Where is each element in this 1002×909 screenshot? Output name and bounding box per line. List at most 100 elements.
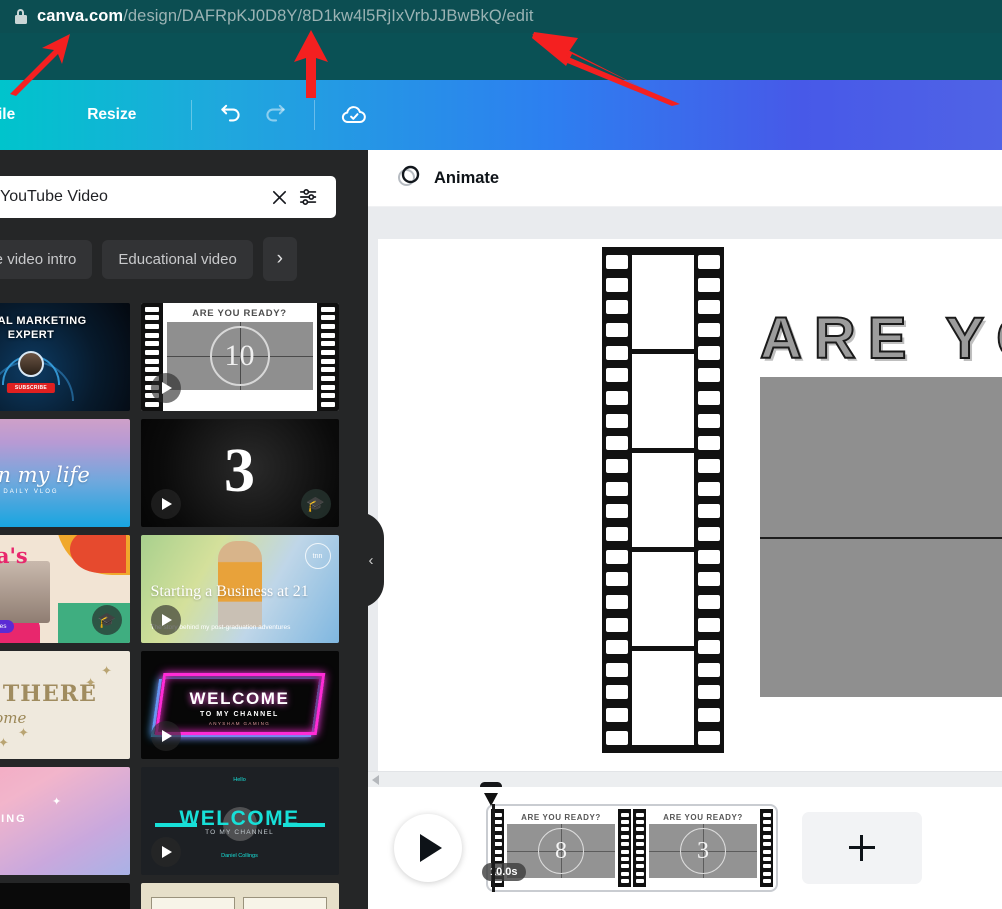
countdown-number: 3	[224, 436, 255, 507]
filter-sliders-icon[interactable]	[294, 182, 324, 212]
panel-collapse-handle[interactable]: ‹	[358, 512, 384, 608]
chip-youtube-video-intro[interactable]: ube video intro	[0, 240, 92, 279]
template-title: WELCOME	[141, 807, 339, 831]
decor-window-1	[151, 897, 235, 909]
template-title: HEY THERE	[0, 681, 97, 707]
template-card-hey-there-welcome[interactable]: HEY THERE Welcome ✦ ✦ ✦ ✦	[0, 651, 130, 759]
template-title: y in my life	[0, 463, 130, 487]
play-icon[interactable]	[151, 373, 181, 403]
template-body: ARE YOU READY? 10	[163, 303, 317, 411]
template-subtitle: TO MY CHANNEL	[141, 711, 339, 718]
template-card-paper[interactable]	[141, 883, 339, 909]
film-strip-left	[633, 809, 646, 887]
decor-star-3: ✦	[0, 735, 9, 751]
template-card-starting-a-business-at-21[interactable]: tnn Starting a Business at 21 The story …	[141, 535, 339, 643]
canvas-page[interactable]: ARE YO 1	[378, 239, 1002, 787]
chip-educational-video[interactable]: Educational video	[102, 240, 252, 279]
decor-sparkle: ✦	[52, 795, 61, 808]
template-title: IGITAL MARKETINGEXPERT	[0, 315, 130, 343]
countdown-screen[interactable]: 1	[760, 377, 1002, 697]
photo-placeholder	[0, 561, 50, 623]
redo-icon[interactable]	[253, 93, 297, 137]
animate-circles-icon	[396, 163, 422, 194]
close-icon[interactable]	[264, 182, 294, 212]
template-grid: IGITAL MARKETINGEXPERT SUBSCRIBE ARE YOU…	[0, 303, 342, 909]
subscribe-badge: SUBSCRIBE	[7, 383, 55, 393]
film-frames	[632, 251, 694, 749]
playhead[interactable]	[492, 804, 495, 892]
film-strip-right	[760, 809, 773, 887]
editor-area: Animate ARE YO 1 10.0s	[368, 150, 1002, 909]
template-card-loading[interactable]: LOADING ✦	[0, 767, 130, 875]
design-canvas[interactable]: ARE YO 1	[368, 207, 1002, 787]
template-card-welcome-neon[interactable]: WELCOME TO MY CHANNEL ANYSHAM GAMING	[141, 651, 339, 759]
template-card-countdown-three[interactable]: 3 🎓	[141, 419, 339, 527]
canvas-horizontal-scrollbar[interactable]	[368, 771, 1002, 787]
page-screen: 3	[649, 824, 757, 878]
url-domain: canva.com	[37, 7, 123, 25]
template-card-sashas-student-diaries[interactable]: Sasha's Student Diaries 🎓	[0, 535, 130, 643]
decor-bar-right	[283, 823, 325, 827]
url-path: /design/DAFRpKJ0D8Y/8D1kw4l5RjIxVrbJJBwB…	[123, 7, 533, 25]
suggestion-chips: ube video intro Educational video ›	[0, 237, 297, 281]
template-subtitle: DAILY VLOG	[0, 489, 130, 495]
brand-logo: tnn	[305, 543, 331, 569]
decor-star-2: ✦	[85, 675, 96, 691]
decor-star-1: ✦	[101, 663, 112, 679]
scroll-left-arrow-icon[interactable]	[372, 775, 379, 785]
template-title: Sasha's	[0, 543, 28, 568]
template-card-welcome-tech[interactable]: Hello WELCOME TO MY CHANNEL Daniel Colli…	[141, 767, 339, 875]
page-title: ARE YOU READY?	[649, 813, 757, 822]
add-page-button[interactable]	[802, 812, 922, 884]
timeline-page-2[interactable]: ARE YOU READY? 3	[633, 809, 773, 887]
undo-icon[interactable]	[209, 93, 253, 137]
toolbar-divider-1	[191, 100, 192, 130]
decor-window-2	[243, 897, 327, 909]
film-perforations-left	[606, 251, 628, 749]
decor-star-4: ✦	[18, 725, 29, 741]
url-text: canva.com/design/DAFRpKJ0D8Y/8D1kw4l5RjI…	[37, 7, 534, 26]
play-icon[interactable]	[151, 605, 181, 635]
graduation-cap-icon: 🎓	[92, 605, 122, 635]
cloud-check-icon[interactable]	[332, 93, 376, 137]
countdown-number: 10	[210, 326, 270, 386]
play-icon[interactable]	[394, 814, 462, 882]
editor-top-bar: Animate	[368, 150, 1002, 207]
template-card-day-in-my-life[interactable]: y in my life DAILY VLOG	[0, 419, 130, 527]
canva-toolbar: ile Resize	[0, 80, 1002, 150]
play-icon[interactable]	[151, 489, 181, 519]
search-box[interactable]: YouTube Video	[0, 176, 336, 218]
animate-button[interactable]: Animate	[386, 158, 509, 199]
template-card-digital-marketing-expert[interactable]: IGITAL MARKETINGEXPERT SUBSCRIBE	[0, 303, 130, 411]
browser-chrome-strip	[0, 33, 1002, 80]
chevron-right-icon[interactable]: ›	[263, 237, 297, 281]
film-strip-graphic[interactable]	[602, 247, 724, 753]
page-timeline: 10.0s ARE YOU READY? 8 ARE YOU READY? 3	[368, 787, 1002, 909]
play-icon[interactable]	[151, 837, 181, 867]
template-card-dark[interactable]	[0, 883, 130, 909]
template-side-panel: YouTube Video ube video intro Educationa…	[0, 150, 368, 909]
toolbar-divider-2	[314, 100, 315, 130]
template-card-are-you-ready-10[interactable]: ARE YOU READY? 10	[141, 303, 339, 411]
file-menu-button[interactable]: ile	[0, 106, 25, 124]
countdown-screen: 10	[167, 322, 313, 390]
duration-badge[interactable]: 10.0s	[482, 863, 526, 881]
resize-button[interactable]: Resize	[77, 106, 146, 124]
page-body: ARE YOU READY? 3	[646, 809, 760, 887]
browser-url-bar[interactable]: canva.com/design/DAFRpKJ0D8Y/8D1kw4l5RjI…	[0, 0, 1002, 33]
graduation-cap-icon: 🎓	[301, 489, 331, 519]
template-title: WELCOME	[141, 689, 339, 709]
page-countdown-number: 3	[680, 828, 726, 874]
play-icon[interactable]	[151, 721, 181, 751]
timeline-pages-group[interactable]: 10.0s ARE YOU READY? 8 ARE YOU READY? 3	[486, 804, 778, 892]
template-subtitle: TO MY CHANNEL	[141, 829, 339, 836]
plus-icon	[849, 835, 875, 861]
search-input[interactable]: YouTube Video	[0, 188, 264, 206]
lock-icon	[14, 9, 27, 25]
countdown-crosshair	[760, 537, 1002, 539]
template-title: ARE YOU READY?	[167, 308, 313, 319]
template-hello: Hello	[141, 777, 339, 783]
decor-bar-left	[155, 823, 197, 827]
film-strip-right	[317, 303, 339, 411]
canvas-title-text[interactable]: ARE YO	[760, 305, 1002, 372]
